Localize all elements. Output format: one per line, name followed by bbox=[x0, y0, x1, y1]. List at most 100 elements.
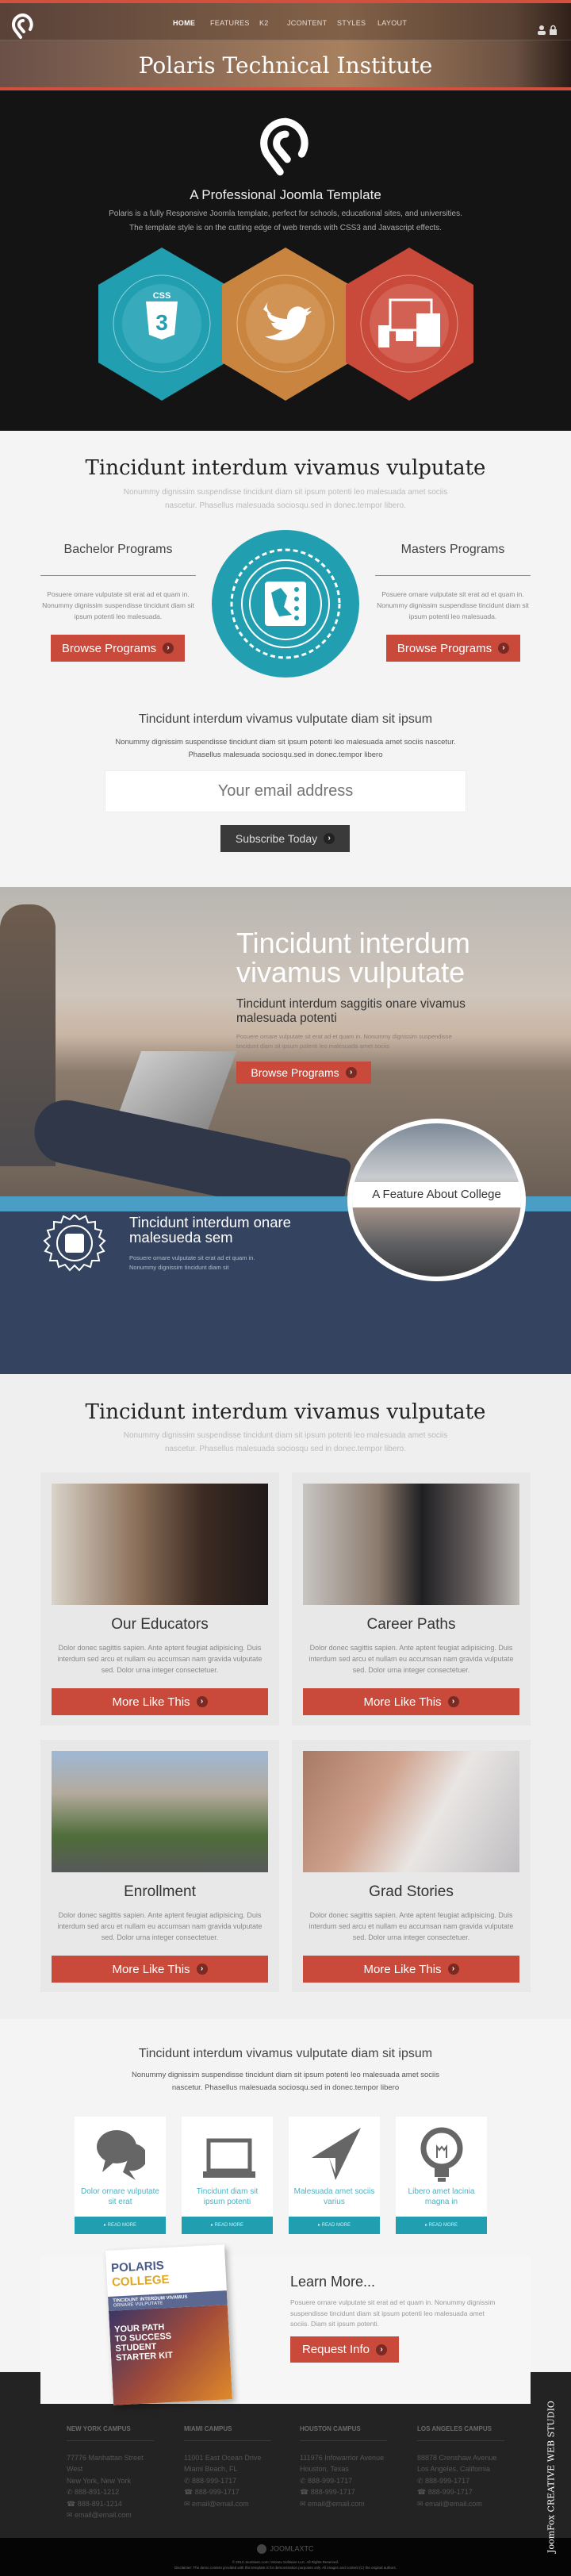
card-title: Grad Stories bbox=[369, 1883, 454, 1900]
subscribe-button[interactable]: Subscribe Today › bbox=[220, 825, 350, 852]
card-title: Career Paths bbox=[366, 1616, 456, 1633]
hexagon-row: CSS 3 bbox=[98, 248, 473, 401]
intro-line-2: The template style is on the cutting edg… bbox=[129, 224, 442, 232]
seal-icon bbox=[43, 1215, 106, 1272]
phone-icon: ✆ bbox=[300, 2476, 308, 2485]
logo-icon[interactable] bbox=[11, 13, 35, 40]
fax-row: ☎ 888-999-1717 bbox=[300, 2486, 387, 2498]
phone-row: ✆ 888-999-1717 bbox=[300, 2475, 387, 2487]
envelope-icon: ✉ bbox=[300, 2499, 308, 2508]
hero-browse-button[interactable]: Browse Programs › bbox=[236, 1061, 371, 1084]
fax-row: ☎ 888-999-1717 bbox=[417, 2486, 504, 2498]
more-like-this-button[interactable]: More Like This › bbox=[52, 1688, 268, 1715]
brochure-cover: YOUR PATH TO SUCCESS STUDENT STARTER KIT bbox=[108, 2305, 232, 2405]
read-more-label: READ MORE bbox=[321, 2223, 351, 2228]
read-more-button[interactable]: ▸ READ MORE bbox=[182, 2217, 273, 2234]
campus-name: HOUSTON CAMPUS bbox=[300, 2425, 361, 2432]
phone-icon: ✆ bbox=[417, 2476, 426, 2485]
request-info-button[interactable]: Request Info › bbox=[290, 2336, 399, 2363]
twitter-icon[interactable] bbox=[222, 248, 350, 401]
email[interactable]: email@email.com bbox=[75, 2511, 132, 2519]
grad-stories-photo bbox=[303, 1751, 519, 1872]
campus-address-2: New York, New York bbox=[67, 2476, 132, 2485]
more-like-this-button[interactable]: More Like This › bbox=[303, 1956, 519, 1983]
card-career-paths: Career Paths Dolor donec sagittis sapien… bbox=[292, 1472, 531, 1726]
navy-text: Posuere ornare vulputate sit erat ad et … bbox=[129, 1254, 255, 1271]
career-photo bbox=[303, 1484, 519, 1605]
email[interactable]: email@email.com bbox=[425, 2500, 482, 2508]
chevron-right-icon: › bbox=[163, 643, 174, 654]
css3-icon[interactable]: CSS 3 bbox=[98, 248, 226, 401]
feature-label[interactable]: Tincidunt diam sit ipsum potenti bbox=[186, 2186, 269, 2207]
divider bbox=[184, 2440, 271, 2441]
responsive-devices-icon[interactable] bbox=[346, 248, 473, 401]
phone: 888-999-1717 bbox=[425, 2476, 470, 2485]
subscribe-heading: Tincidunt interdum vivamus vulputate dia… bbox=[138, 712, 433, 726]
card-text: Dolor donec sagittis sapien. Ante aptent… bbox=[308, 1644, 514, 1674]
brochure-image: POLARIS COLLEGE TINCIDUNT INTERDUM VIVAM… bbox=[105, 2244, 232, 2405]
read-more-button[interactable]: ▸ READ MORE bbox=[75, 2217, 166, 2234]
bachelor-browse-button[interactable]: Browse Programs › bbox=[51, 635, 185, 662]
feature-label[interactable]: Libero amet lacinia magna in bbox=[400, 2186, 483, 2207]
features-heading: Tincidunt interdum vivamus vulputate dia… bbox=[138, 2047, 433, 2060]
intro-line-1: Polaris is a fully Responsive Joomla tem… bbox=[109, 209, 462, 218]
campus-name: LOS ANGELES CAMPUS bbox=[417, 2425, 492, 2432]
email-row[interactable]: ✉ email@email.com bbox=[417, 2498, 504, 2510]
email-row[interactable]: ✉ email@email.com bbox=[300, 2498, 387, 2510]
fax-icon: ☎ bbox=[184, 2488, 195, 2496]
svg-text:3: 3 bbox=[155, 310, 168, 335]
more-like-this-button[interactable]: More Like This › bbox=[52, 1956, 268, 1983]
learn-more-text: Posuere ornare vulputate sit erat ad et … bbox=[290, 2298, 496, 2328]
hero-heading: Tincidunt interdum vivamus vulputate bbox=[236, 927, 470, 989]
site-title: Polaris Technical Institute bbox=[138, 52, 433, 79]
lightbulb-icon bbox=[420, 2127, 463, 2182]
subscribe-text: Nonummy dignissim suspendisse tincidunt … bbox=[115, 738, 456, 759]
fax: 888-891-1214 bbox=[77, 2499, 122, 2508]
nav-jcontent[interactable]: JCONTENT bbox=[287, 19, 327, 27]
more-like-this-button[interactable]: More Like This › bbox=[303, 1688, 519, 1715]
lock-icon[interactable] bbox=[550, 25, 557, 35]
nav-features[interactable]: FEATURES bbox=[210, 19, 250, 27]
brand-name: JOOMLAXTC bbox=[270, 2544, 314, 2553]
masters-browse-button[interactable]: Browse Programs › bbox=[386, 635, 520, 662]
phone: 888-891-1212 bbox=[75, 2488, 120, 2496]
footer-brand[interactable]: JOOMLAXTC bbox=[0, 2544, 571, 2554]
bachelor-divider bbox=[40, 575, 196, 576]
email[interactable]: email@email.com bbox=[308, 2500, 365, 2508]
feature-label[interactable]: Malesuada amet sociis varius bbox=[293, 2186, 376, 2207]
bachelor-title: Bachelor Programs bbox=[63, 543, 173, 556]
nav-home[interactable]: HOME bbox=[173, 19, 195, 27]
user-icon[interactable] bbox=[538, 25, 546, 35]
brochure-brand: POLARIS bbox=[110, 2259, 165, 2275]
email[interactable]: email@email.com bbox=[192, 2500, 249, 2508]
nav-k2[interactable]: K2 bbox=[259, 19, 269, 27]
read-more-button[interactable]: ▸ READ MORE bbox=[289, 2217, 380, 2234]
programs-subtitle: Nonummy dignissim suspendisse tincidunt … bbox=[123, 488, 448, 510]
campus-address-1: 11001 East Ocean Drive bbox=[184, 2453, 262, 2462]
read-more-button[interactable]: ▸ READ MORE bbox=[396, 2217, 487, 2234]
feature-label: A Feature About College bbox=[352, 1182, 521, 1207]
feature-label[interactable]: Dolor ornare vulputate sit erat bbox=[79, 2186, 162, 2207]
button-label: Subscribe Today bbox=[235, 832, 318, 845]
hero-subheading: Tincidunt interdum saggitis onare vivamu… bbox=[236, 997, 466, 1025]
email-row[interactable]: ✉ email@email.com bbox=[184, 2498, 271, 2510]
svg-text:CSS: CSS bbox=[153, 291, 171, 301]
email-row[interactable]: ✉ email@email.com bbox=[67, 2509, 154, 2521]
envelope-icon: ✉ bbox=[417, 2499, 426, 2508]
school-seal-icon bbox=[212, 530, 359, 678]
brochure-kit-text: YOUR PATH TO SUCCESS STUDENT STARTER KIT bbox=[113, 2322, 174, 2363]
campus-houston: HOUSTON CAMPUS 111976 Infowarrior Avenue… bbox=[300, 2424, 387, 2509]
joomfox-badge[interactable]: JoomFox CREATIVE WEB STUDIO bbox=[539, 2400, 563, 2555]
feature-circle[interactable]: A Feature About College bbox=[347, 1119, 526, 1281]
email-input[interactable] bbox=[105, 770, 466, 812]
button-label: More Like This bbox=[112, 1695, 190, 1709]
chevron-right-icon: › bbox=[447, 1964, 459, 1975]
nav-styles[interactable]: STYLES bbox=[337, 19, 366, 27]
campus-address-1: 77776 Manhattan Street West bbox=[67, 2453, 144, 2474]
nav-layout[interactable]: LAYOUT bbox=[377, 19, 407, 27]
laptop-icon bbox=[203, 2138, 255, 2178]
masters-title: Masters Programs bbox=[400, 543, 505, 556]
button-label: Request Info bbox=[301, 2343, 370, 2356]
chat-bubbles-icon bbox=[97, 2130, 145, 2180]
bachelor-text: Posuere ornare vulputate sit erat ad et … bbox=[42, 590, 194, 620]
